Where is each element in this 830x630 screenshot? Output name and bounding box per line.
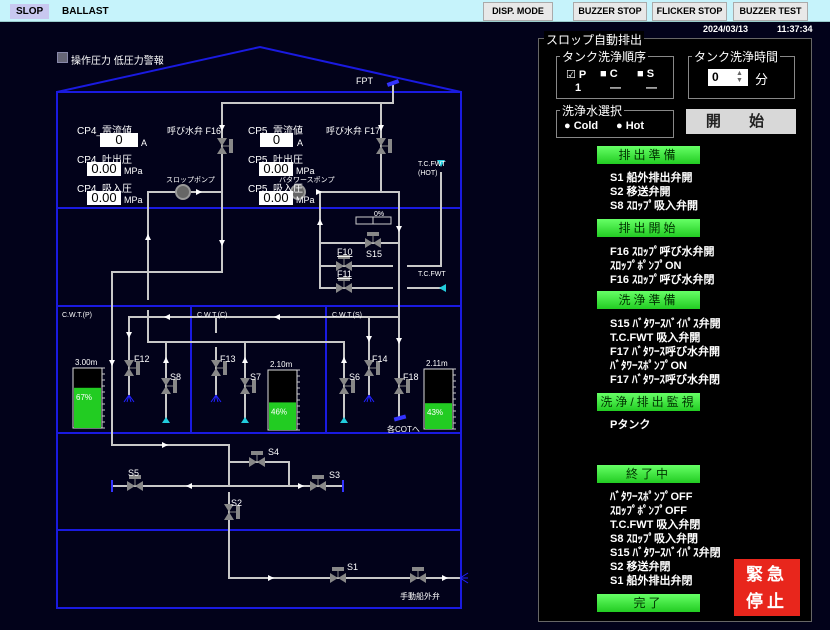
- start-button[interactable]: 開 始: [686, 109, 796, 134]
- cp4-suction-value: 0.00: [87, 191, 121, 205]
- stage-monitor[interactable]: 洗浄/排出監視: [597, 393, 700, 411]
- manual-overboard-valve-icon[interactable]: [409, 566, 427, 584]
- f13-label: F13: [220, 354, 236, 364]
- estop-line2: 停止: [746, 592, 788, 611]
- valve-f17-icon[interactable]: [375, 137, 393, 155]
- valve-s15-icon[interactable]: [364, 231, 382, 249]
- step: F16 ｽﾛｯﾌﾟ呼び水弁閉: [610, 274, 715, 286]
- valve-s4-icon[interactable]: [248, 450, 266, 468]
- order-s-seq: —: [646, 82, 657, 94]
- stage-complete[interactable]: 完了: [597, 594, 700, 612]
- f12-label: F12: [134, 354, 150, 364]
- order-s-label: S: [646, 68, 655, 80]
- stage-discharge-prep[interactable]: 排出準備: [597, 146, 700, 164]
- stage-wash-prep[interactable]: 洗浄準備: [597, 291, 700, 309]
- wash-time-unit: 分: [755, 72, 769, 87]
- tank-p-name: C.W.T.(P): [62, 312, 92, 319]
- cp4-discharge-unit: MPa: [124, 166, 143, 176]
- s6-label: S6: [349, 372, 360, 382]
- spinner-arrows-icon[interactable]: ▲ ▼: [736, 70, 743, 84]
- tank-p-percent: 67%: [76, 393, 92, 402]
- s2-label: S2: [231, 498, 242, 508]
- order-c-label: C: [609, 68, 618, 80]
- tcfwt-hot-sub-label: (HOT): [418, 170, 437, 177]
- slop-pump-label: スロップポンプ: [166, 176, 215, 184]
- panel-title: スロップ自動排出: [544, 31, 645, 48]
- s15-opening: 0%: [374, 211, 384, 218]
- stage-discharge-start[interactable]: 排出開始: [597, 219, 700, 237]
- slop-pump-icon: [175, 184, 191, 200]
- cp4-current-unit: A: [141, 138, 148, 148]
- f10-label: F10: [337, 247, 353, 257]
- order-checkbox-s[interactable]: ■ S: [637, 68, 654, 80]
- tank-s-level: 2.11m: [426, 359, 448, 368]
- suction-inlet-icons: [162, 417, 348, 423]
- tcfwt-label: T.C.FWT: [418, 271, 446, 278]
- cp4-suction-unit: MPa: [124, 195, 143, 205]
- f16-label: 呼び水弁 F16: [167, 125, 221, 136]
- cp5-discharge-value: 0.00: [259, 162, 293, 176]
- tank-c-level: 2.10m: [270, 360, 293, 369]
- fpt-label: FPT: [356, 76, 374, 86]
- tcfwt-hot-label: T.C.FWT: [418, 161, 446, 168]
- stage-ending[interactable]: 終了中: [597, 465, 700, 483]
- s1-label: S1: [347, 562, 358, 572]
- f17-label: 呼び水弁 F17: [326, 125, 380, 136]
- cp5-discharge-unit: MPa: [296, 166, 315, 176]
- wash-order-title: タンク洗浄順序: [560, 48, 649, 65]
- cp4-discharge-value: 0.00: [87, 162, 121, 176]
- radio-hot-label: Hot: [625, 120, 645, 132]
- valve-f11-icon[interactable]: [335, 276, 353, 294]
- water-inlet-icon: [439, 284, 446, 292]
- cp5-current-value: 0: [260, 133, 293, 147]
- to-cot-label: 各COTへ: [387, 424, 420, 434]
- s15-label: S15: [366, 249, 382, 259]
- radio-cold-label: Cold: [573, 120, 599, 132]
- manual-overboard-valve-label: 手動船外弁: [400, 591, 440, 601]
- s8-label: S8: [170, 372, 181, 382]
- step: Pタンク: [610, 419, 651, 431]
- step: S1 船外排出弁閉: [610, 575, 693, 587]
- tank-s-percent: 43%: [427, 408, 443, 417]
- valve-f16-icon[interactable]: [216, 137, 234, 155]
- tank-c-name: C.W.T.(C): [197, 312, 227, 319]
- radio-hot[interactable]: ● Hot: [616, 120, 644, 132]
- order-p-label: P: [578, 69, 587, 81]
- tank-s-name: C.W.T.(S): [332, 312, 362, 319]
- wash-time-title: タンク洗浄時間: [692, 48, 781, 65]
- valve-s3-icon[interactable]: [309, 474, 327, 492]
- s15-position-gauge: [355, 216, 392, 225]
- order-checkbox-c[interactable]: ■ C: [600, 68, 618, 80]
- cp5-current-unit: A: [297, 138, 304, 148]
- step: S8 ｽﾛｯﾌﾟ吸入弁開: [610, 200, 699, 212]
- step: F17 ﾊﾞﾀﾜｰｽ呼び水弁閉: [610, 374, 721, 386]
- order-c-seq: —: [610, 82, 621, 94]
- f14-label: F14: [372, 354, 388, 364]
- valve-s1-icon[interactable]: [329, 566, 347, 584]
- s3-label: S3: [329, 470, 340, 480]
- estop-line1: 緊急: [746, 565, 788, 584]
- cp5-suction-value: 0.00: [259, 191, 293, 205]
- tank-p-level: 3.00m: [75, 358, 98, 367]
- order-p-seq: 1: [575, 82, 582, 94]
- f11-label: F11: [337, 269, 352, 279]
- radio-cold[interactable]: ● Cold: [564, 120, 598, 132]
- s7-label: S7: [250, 372, 261, 382]
- cp4-current-value: 0: [100, 133, 138, 147]
- tank-c-percent: 46%: [271, 407, 287, 416]
- emergency-stop-button[interactable]: 緊急 停止: [734, 559, 800, 616]
- wash-water-title: 洗浄水選択: [560, 102, 625, 119]
- cp5-suction-unit: MPa: [296, 195, 315, 205]
- s5-label: S5: [128, 468, 139, 478]
- s4-label: S4: [268, 447, 279, 457]
- order-checkbox-p[interactable]: ☑ P: [566, 68, 586, 81]
- f18-label: F18: [403, 372, 419, 382]
